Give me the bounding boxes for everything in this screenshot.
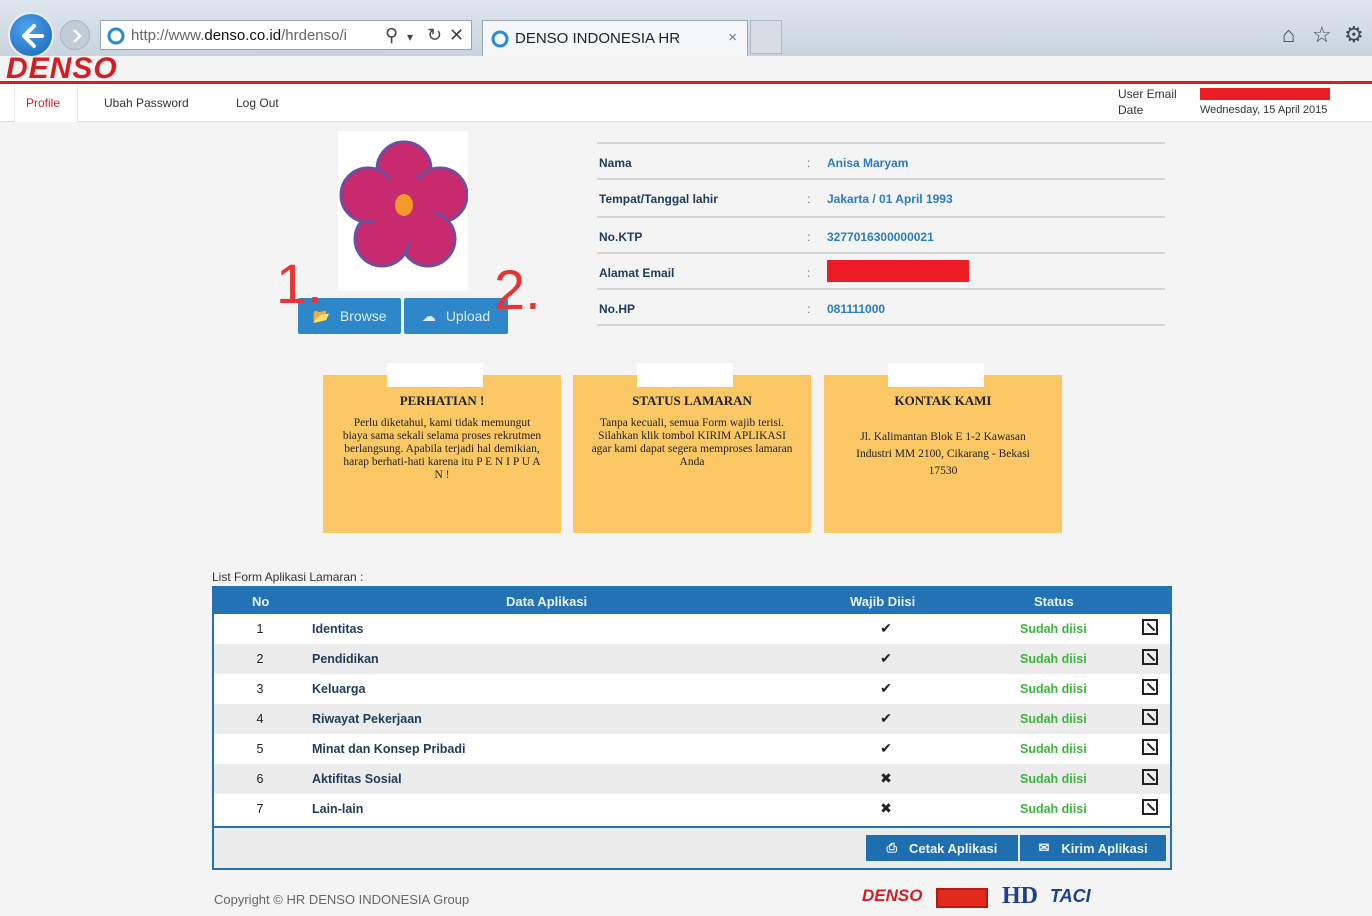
annotation-step-2: 2.	[494, 258, 541, 321]
profile-row-hp: No.HP : 081111000	[597, 288, 1165, 324]
new-tab-button[interactable]	[750, 20, 782, 54]
profile-row-ktp: No.KTP : 3277016300000021	[597, 216, 1165, 252]
print-application-button[interactable]: ⎙ Cetak Aplikasi	[866, 835, 1018, 861]
profile-table-bottom	[597, 324, 1165, 326]
edit-icon[interactable]	[1142, 679, 1158, 695]
dropdown-arrow-icon[interactable]: ▾	[407, 30, 413, 44]
edit-icon[interactable]	[1142, 709, 1158, 725]
refresh-icon[interactable]: ↻	[427, 25, 442, 46]
tab-favicon-icon	[491, 30, 509, 48]
table-row: 2 Pendidikan ✔ Sudah diisi	[214, 644, 1170, 674]
favorites-star-icon[interactable]: ☆	[1312, 22, 1332, 48]
home-icon[interactable]: ⌂	[1282, 22, 1295, 48]
date-value: Wednesday, 15 April 2015	[1200, 104, 1328, 116]
forward-button[interactable]	[60, 20, 90, 50]
table-row: 1 Identitas ✔ Sudah diisi	[214, 614, 1170, 644]
browse-label: Browse	[339, 308, 387, 324]
profile-row-ttl: Tempat/Tanggal lahir : Jakarta / 01 Apri…	[597, 178, 1165, 214]
ie-favicon-icon	[107, 27, 125, 45]
upload-label: Upload	[445, 308, 491, 324]
nav-ubah-password[interactable]: Ubah Password	[104, 96, 189, 110]
table-row: 6 Aktifitas Sosial ✖ Sudah diisi	[214, 764, 1170, 794]
arrow-right-icon	[73, 29, 82, 43]
notice-kontak-kami: KONTAK KAMI Jl. Kalimantan Blok E 1-2 Ka…	[824, 363, 1062, 533]
arrow-left-icon	[22, 24, 44, 48]
cloud-upload-icon: ☁	[421, 307, 436, 324]
profile-row-email: Alamat Email :	[597, 252, 1165, 288]
notice-status-lamaran: STATUS LAMARAN Tanpa kecuali, semua Form…	[573, 363, 811, 533]
table-header: No Data Aplikasi Wajib Diisi Status	[214, 588, 1170, 614]
date-label: Date	[1118, 103, 1144, 117]
edit-icon[interactable]	[1142, 649, 1158, 665]
nav-log-out[interactable]: Log Out	[236, 96, 279, 110]
edit-icon[interactable]	[1142, 739, 1158, 755]
edit-icon[interactable]	[1142, 799, 1158, 815]
annotation-step-1: 1.	[276, 252, 323, 315]
table-row: 5 Minat dan Konsep Pribadi ✔ Sudah diisi	[214, 734, 1170, 764]
envelope-icon: ✉	[1038, 840, 1050, 855]
footer-logo-taci: TACI	[1050, 886, 1091, 906]
edit-icon[interactable]	[1142, 619, 1158, 635]
send-application-button[interactable]: ✉ Kirim Aplikasi	[1020, 835, 1166, 861]
copyright-text: Copyright © HR DENSO INDONESIA Group	[214, 892, 470, 907]
upload-button[interactable]: ☁ Upload	[404, 298, 508, 334]
table-row: 3 Keluarga ✔ Sudah diisi	[214, 674, 1170, 704]
search-icon[interactable]: ⚲	[385, 25, 398, 46]
browser-tab[interactable]: DENSO INDONESIA HR ×	[482, 20, 748, 56]
settings-gear-icon[interactable]: ⚙	[1344, 22, 1364, 48]
tab-title: DENSO INDONESIA HR	[515, 30, 681, 47]
notice-perhatian: PERHATIAN ! Perlu diketahui, kami tidak …	[323, 363, 561, 533]
table-row: 7 Lain-lain ✖ Sudah diisi	[214, 794, 1170, 824]
footer-logo-denso: DENSO	[862, 886, 923, 905]
user-email-label: User Email	[1118, 87, 1177, 101]
edit-icon[interactable]	[1142, 769, 1158, 785]
user-email-redacted	[1200, 88, 1330, 100]
application-list-label: List Form Aplikasi Lamaran :	[212, 570, 364, 584]
table-row: 4 Riwayat Pekerjaan ✔ Sudah diisi	[214, 704, 1170, 734]
email-redacted	[827, 260, 969, 282]
profile-photo	[338, 131, 469, 291]
flower-image	[339, 140, 469, 268]
profile-row-nama: Nama : Anisa Maryam	[597, 142, 1165, 178]
footer-logo-hd: HD	[1002, 883, 1038, 909]
tab-close-icon[interactable]: ×	[728, 29, 737, 46]
address-bar[interactable]: http://www.denso.co.id/hrdenso/i ⚲ ▾ ↻ ✕	[100, 20, 472, 50]
stop-icon[interactable]: ✕	[449, 25, 464, 46]
url-text: http://www.denso.co.id/hrdenso/i	[131, 27, 347, 44]
nav-profile[interactable]: Profile	[26, 96, 60, 110]
table-footer: ⎙ Cetak Aplikasi ✉ Kirim Aplikasi	[214, 826, 1170, 868]
application-table: No Data Aplikasi Wajib Diisi Status 1 Id…	[212, 586, 1172, 870]
footer-logo-emblem	[936, 888, 988, 908]
print-icon: ⎙	[886, 840, 897, 855]
